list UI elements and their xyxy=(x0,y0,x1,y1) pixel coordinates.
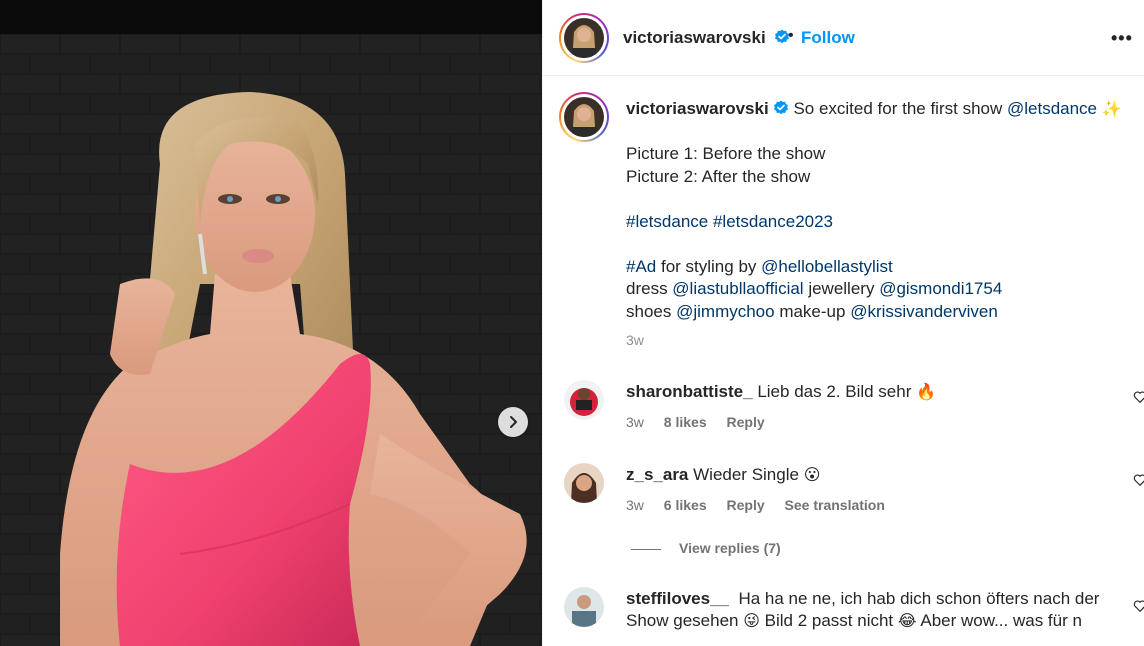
chevron-right-icon xyxy=(510,416,517,428)
view-replies-button[interactable]: View replies (7) xyxy=(631,540,781,556)
mention-link[interactable]: @hellobellastylist xyxy=(761,257,893,276)
comment-meta: 3w 8 likes Reply xyxy=(626,414,781,430)
post-caption: victoriaswarovski So excited for the fir… xyxy=(626,98,1136,323)
heart-icon[interactable] xyxy=(1133,599,1144,613)
verified-badge-icon xyxy=(773,100,788,115)
comment-body-line2: Show gesehen 😜 Bild 2 passt nicht 😂 Aber… xyxy=(626,611,1082,631)
post-details-panel: victoriaswarovski • Follow ••• victorias… xyxy=(542,0,1144,646)
header-username-row: victoriaswarovski xyxy=(623,28,790,48)
caption-username[interactable]: victoriaswarovski xyxy=(626,99,769,118)
caption-line-1: victoriaswarovski So excited for the fir… xyxy=(626,98,1136,121)
comment-username[interactable]: steffiloves__ xyxy=(626,589,729,608)
reply-button[interactable]: Reply xyxy=(727,414,765,430)
comment-likes[interactable]: 6 likes xyxy=(664,497,707,513)
replies-divider xyxy=(631,548,661,550)
comment-username[interactable]: z_s_ara xyxy=(626,465,688,484)
winking-tongue-emoji: 😜 xyxy=(743,611,760,630)
mention-link[interactable]: @krissivanderviven xyxy=(850,302,998,321)
caption-text: make-up xyxy=(774,301,851,321)
post-photo[interactable] xyxy=(0,0,542,646)
see-translation-button[interactable]: See translation xyxy=(785,497,885,513)
comment-likes[interactable]: 8 likes xyxy=(664,414,707,430)
comment-avatar[interactable] xyxy=(564,380,604,420)
comment-body: sharonbattiste_ Lieb das 2. Bild sehr 🔥 xyxy=(626,382,936,402)
caption-text: dress xyxy=(626,279,673,298)
avatar[interactable] xyxy=(564,18,604,58)
sparkles-emoji: ✨ xyxy=(1101,99,1122,118)
hashtag-link[interactable]: #letsdance xyxy=(626,212,708,231)
mention-link[interactable]: @letsdance xyxy=(1007,99,1097,118)
comment-time[interactable]: 3w xyxy=(626,497,644,513)
comment-text: Lieb das 2. Bild sehr xyxy=(757,382,912,401)
caption-text: So excited for the first show xyxy=(793,99,1007,118)
comment-text: Ha ha ne ne, ich hab dich schon öfters n… xyxy=(738,589,1100,608)
caption-dress-line: dress @liastubllaofficial jewellery @gis… xyxy=(626,278,1136,301)
separator-dot: • xyxy=(788,27,794,44)
mention-link[interactable]: @jimmychoo xyxy=(676,302,775,321)
caption-picture1: Picture 1: Before the show xyxy=(626,144,826,163)
caption-hashtags: #letsdance #letsdance2023 xyxy=(626,211,1136,234)
caption-text: for styling by xyxy=(656,256,762,276)
comment-text: Bild 2 passt nicht xyxy=(759,611,898,630)
comment-body: steffiloves__ Ha ha ne ne, ich hab dich … xyxy=(626,589,1099,609)
next-photo-button[interactable] xyxy=(498,407,528,437)
comment-text: Aber wow... was für n xyxy=(916,611,1082,630)
comment-username[interactable]: sharonbattiste_ xyxy=(626,382,753,401)
mention-link[interactable]: @gismondi1754 xyxy=(879,279,1002,298)
photo-top-strip xyxy=(0,0,542,34)
comment-avatar[interactable] xyxy=(564,587,604,627)
mention-link[interactable]: @liastubllaofficial xyxy=(672,279,803,298)
post-image xyxy=(0,34,542,646)
caption-picture2: Picture 2: After the show xyxy=(626,166,811,186)
laughing-emoji: 😂 xyxy=(897,611,917,630)
reply-button[interactable]: Reply xyxy=(727,497,765,513)
fire-emoji: 🔥 xyxy=(916,382,937,401)
heart-icon[interactable] xyxy=(1133,473,1144,487)
caption-shoes-line: shoes @jimmychoo make-up @krissivandervi… xyxy=(626,301,1136,324)
post-username[interactable]: victoriaswarovski xyxy=(623,28,766,47)
comment-meta: 3w 6 likes Reply See translation xyxy=(626,497,901,513)
comment-avatar[interactable] xyxy=(564,463,604,503)
surprised-emoji: 😮 xyxy=(803,465,821,484)
hashtag-link[interactable]: #Ad xyxy=(626,257,656,276)
comment-text: Wieder Single xyxy=(693,465,799,484)
follow-button[interactable]: Follow xyxy=(801,28,855,48)
view-replies-label: View replies (7) xyxy=(679,540,781,556)
hashtag-link[interactable]: #letsdance2023 xyxy=(713,212,833,231)
caption-timestamp[interactable]: 3w xyxy=(626,332,644,348)
post-header: victoriaswarovski • Follow ••• xyxy=(543,0,1144,76)
comment-time[interactable]: 3w xyxy=(626,414,644,430)
more-options-icon[interactable]: ••• xyxy=(1111,28,1133,49)
caption-text: jewellery xyxy=(803,279,880,298)
comment-text: Show gesehen xyxy=(626,611,739,630)
caption-avatar[interactable] xyxy=(564,97,604,137)
caption-ad-line: #Ad for styling by @hellobellastylist xyxy=(626,256,1136,279)
comment-body: z_s_ara Wieder Single 😮 xyxy=(626,465,820,485)
heart-icon[interactable] xyxy=(1133,390,1144,404)
caption-text: shoes xyxy=(626,301,677,321)
